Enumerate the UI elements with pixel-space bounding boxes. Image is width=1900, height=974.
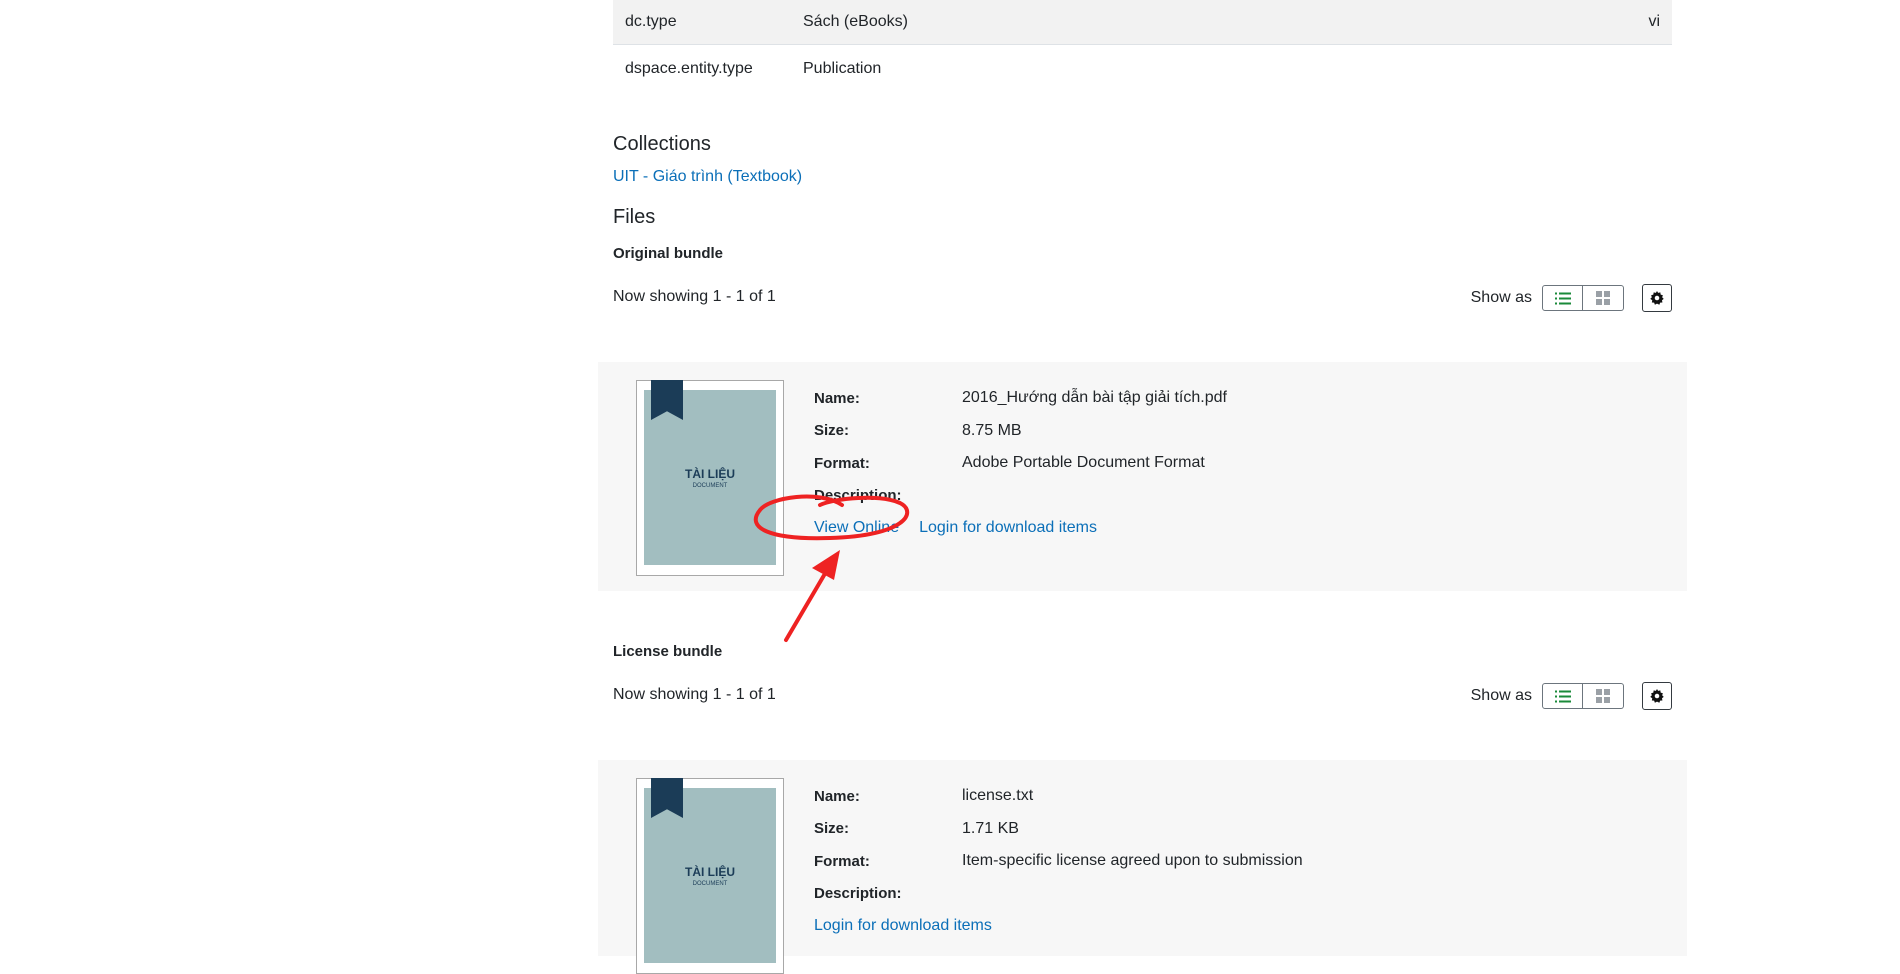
annotation-arrowhead	[812, 550, 840, 580]
annotation-overlay	[753, 494, 910, 642]
annotation-circle	[753, 494, 910, 541]
